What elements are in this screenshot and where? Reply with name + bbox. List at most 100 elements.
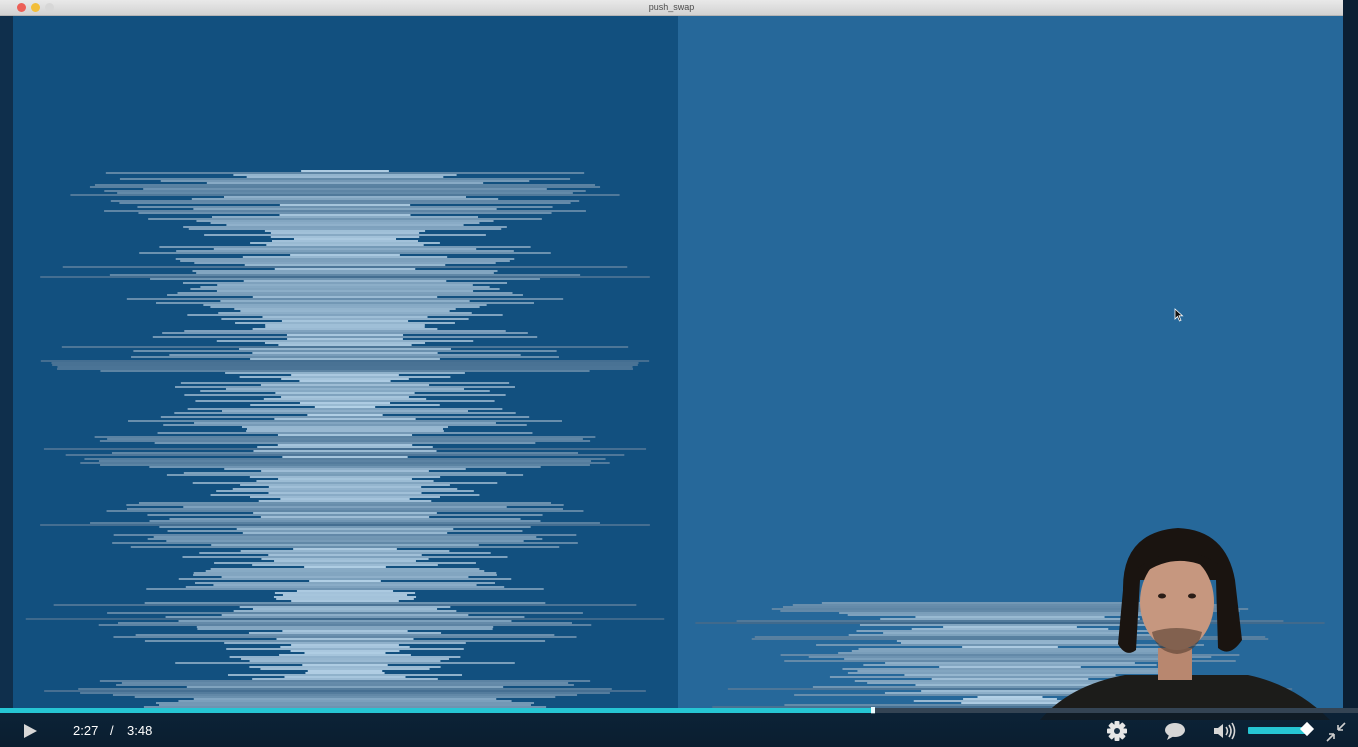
stack-bar	[239, 376, 451, 378]
stack-bar	[138, 212, 552, 214]
stack-bar	[225, 372, 465, 374]
stack-bar	[279, 214, 411, 216]
stack-bar	[109, 274, 581, 276]
stack-bar	[90, 522, 600, 524]
play-icon[interactable]	[20, 722, 40, 740]
stack-bar	[152, 336, 538, 338]
stack-bar	[250, 242, 440, 244]
stack-bar	[187, 314, 503, 316]
speaker-icon[interactable]	[1212, 721, 1238, 741]
stack-bar	[193, 574, 497, 576]
mouse-cursor-icon	[1174, 308, 1184, 322]
stack-bar	[40, 276, 650, 278]
stack-bar	[278, 344, 412, 346]
stack-bar	[107, 612, 583, 614]
stack-bar	[193, 572, 497, 574]
stack-bar	[279, 204, 411, 206]
stack-bar	[252, 296, 438, 298]
stack-bar	[175, 258, 515, 260]
stack-bar	[233, 610, 457, 612]
stack-bar	[130, 546, 560, 548]
stack-bar	[284, 676, 406, 678]
stack-bar	[195, 400, 495, 402]
stack-bar	[98, 624, 592, 626]
stack-bar	[304, 652, 386, 654]
stack-bar	[192, 270, 498, 272]
exit-fullscreen-icon[interactable]	[1325, 721, 1347, 743]
stack-bar	[246, 176, 444, 178]
stack-bar	[241, 426, 449, 428]
stack-bar	[160, 416, 530, 418]
stack-bar	[57, 368, 633, 370]
speech-bubble-icon[interactable]	[1163, 721, 1187, 741]
stack-bar	[268, 554, 422, 556]
stack-bar	[178, 578, 512, 580]
stack-bar	[147, 514, 543, 516]
stack-bar	[186, 686, 504, 688]
stack-bar	[113, 534, 577, 536]
stack-bar	[243, 280, 447, 282]
stack-bar	[119, 178, 571, 180]
stack-bar	[221, 318, 469, 320]
stack-bar	[157, 432, 533, 434]
stack-bar	[276, 638, 414, 640]
gear-icon[interactable]	[1106, 721, 1128, 741]
stack-bar	[105, 172, 585, 174]
stack-bar	[234, 308, 456, 310]
stack-bar	[290, 254, 400, 256]
stack-bar	[262, 316, 428, 318]
stack-bar	[216, 490, 474, 492]
stack-bar	[246, 430, 444, 432]
stack-bar	[144, 602, 546, 604]
stack-bar	[263, 398, 427, 400]
stack-bar	[213, 584, 477, 586]
stack-bar	[264, 230, 426, 232]
stack-bar	[291, 644, 399, 646]
stack-bar	[270, 236, 420, 238]
stack-bar	[194, 582, 496, 584]
stack-bar	[252, 678, 438, 680]
stack-bar	[100, 370, 590, 372]
stack-bar	[273, 596, 417, 598]
stack-bar	[169, 354, 521, 356]
volume-slider[interactable]	[1248, 721, 1316, 737]
stack-bar	[196, 626, 494, 628]
stack-bar	[193, 208, 497, 210]
stack-bar	[112, 542, 578, 544]
stack-bar	[299, 402, 391, 404]
stack-bar	[233, 174, 457, 176]
stack-bar	[156, 302, 534, 304]
stack-bar	[268, 486, 422, 488]
stack-bar	[53, 604, 637, 606]
stack-bar	[277, 444, 413, 446]
stack-bar	[249, 476, 441, 478]
stack-bar	[146, 588, 544, 590]
stack-bar	[275, 392, 415, 394]
stack-bar	[226, 224, 464, 226]
stack-bar	[280, 498, 410, 500]
stack-bar	[117, 622, 573, 624]
stack-bar	[214, 562, 476, 564]
stack-bar	[111, 452, 579, 454]
stack-bar	[196, 272, 494, 274]
stack-bar	[169, 518, 521, 520]
stack-bar	[137, 206, 553, 208]
stack-bar	[268, 492, 422, 494]
stack-bar	[40, 524, 650, 526]
stack-bar	[193, 698, 497, 700]
stack-bar	[218, 312, 472, 314]
stack-bar	[117, 192, 573, 194]
stack-bar	[159, 526, 531, 528]
stack-bar	[211, 544, 479, 546]
stack-bar	[261, 558, 429, 560]
stack-bar	[264, 342, 426, 344]
stack-bar	[277, 434, 413, 436]
stack-bar	[236, 528, 454, 530]
stack-bar	[260, 668, 430, 670]
stack-bar	[163, 424, 527, 426]
stack-bar	[126, 504, 564, 506]
stack-bar	[265, 324, 425, 326]
stack-bar	[184, 394, 506, 396]
stack-bar	[206, 182, 484, 184]
stack-bar	[126, 298, 564, 300]
